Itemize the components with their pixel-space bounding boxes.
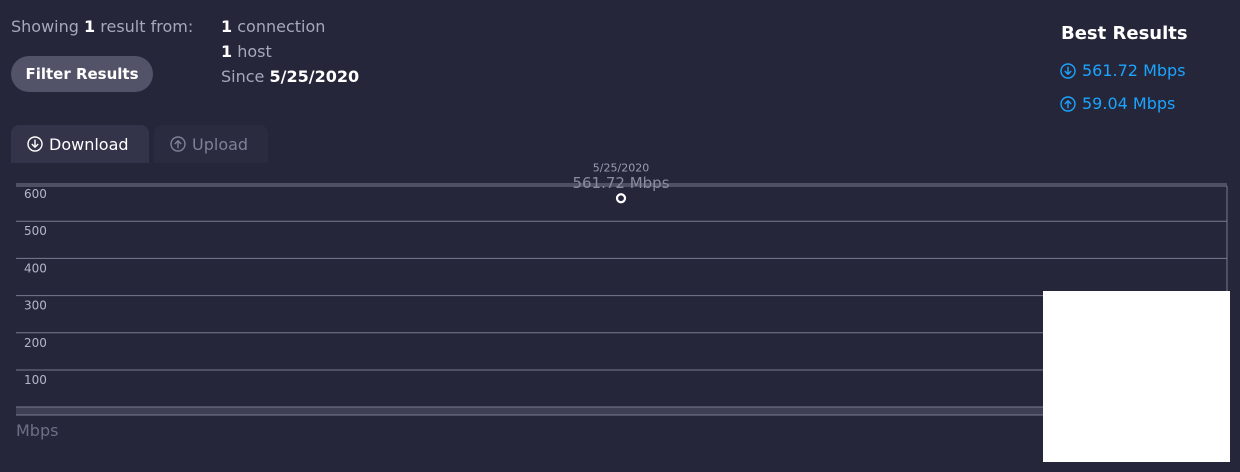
blank-overlay-panel [1043,291,1230,462]
best-upload-value: 59.04 Mbps [1082,94,1176,113]
tab-download-label: Download [49,134,129,154]
y-tick-label-500: 500 [24,224,47,238]
connection-count-line: 1 connection [221,17,325,37]
showing-summary: Showing 1 result from: [11,17,193,37]
arrow-up-circle-icon [170,136,186,152]
host-count: 1 [221,42,233,61]
best-download-value: 561.72 Mbps [1082,61,1186,80]
tab-upload-label: Upload [192,134,249,154]
point-date-label: 5/25/2020 [593,161,649,174]
connection-count: 1 [221,17,233,36]
arrow-down-circle-icon [1060,62,1076,79]
arrow-down-circle-icon [27,136,43,152]
arrow-up-circle-icon [1060,95,1076,112]
filter-results-button[interactable]: Filter Results [11,56,153,92]
showing-prefix: Showing [11,17,79,36]
connection-label: connection [237,17,326,36]
since-line: Since 5/25/2020 [221,67,359,87]
y-tick-label-400: 400 [24,261,47,275]
best-download-result: 561.72 Mbps [1060,61,1186,80]
y-tick-label-300: 300 [24,299,47,313]
tab-download[interactable]: Download [11,125,149,163]
point-value-label: 561.72 Mbps [572,174,669,192]
best-results-title: Best Results [1061,23,1188,44]
y-axis-unit-label: Mbps [16,421,59,440]
y-tick-label-200: 200 [24,336,47,350]
showing-count: 1 [84,17,96,36]
host-label: host [237,42,272,61]
since-date: 5/25/2020 [269,67,360,86]
best-upload-result: 59.04 Mbps [1060,94,1175,113]
showing-suffix: result from: [100,17,194,36]
since-label: Since [221,67,265,86]
data-point [615,193,627,204]
tab-upload[interactable]: Upload [154,125,268,163]
y-tick-label-100: 100 [24,373,47,387]
y-tick-label-600: 600 [24,187,47,201]
host-count-line: 1 host [221,42,272,62]
